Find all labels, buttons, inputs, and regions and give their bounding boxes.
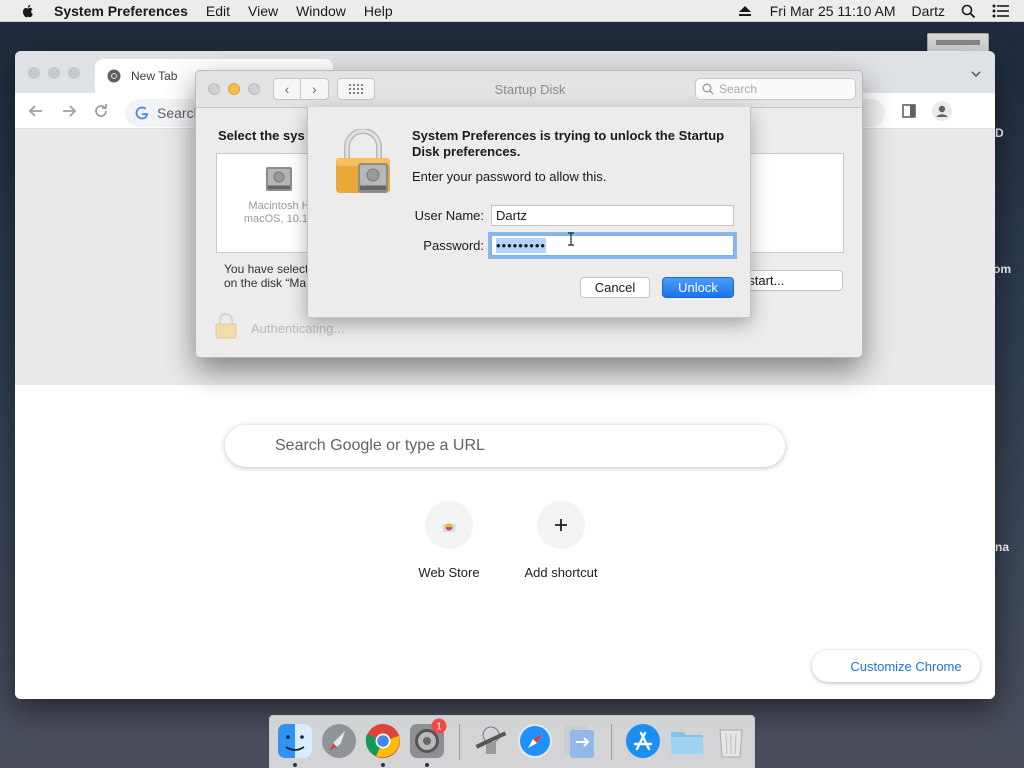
eject-icon[interactable] (738, 5, 752, 17)
menu-window[interactable]: Window (296, 3, 346, 19)
cancel-button[interactable]: Cancel (580, 277, 650, 298)
automator-icon[interactable] (472, 722, 510, 760)
customize-chrome-button[interactable]: Customize Chrome (812, 650, 980, 682)
customize-chrome-label: Customize Chrome (850, 658, 962, 674)
auth-message-subtitle: Enter your password to allow this. (412, 169, 607, 184)
shortcut-add[interactable]: Add shortcut (516, 501, 606, 580)
desktop-label-fragment: om (993, 262, 1011, 276)
shortcut-web-store[interactable]: Web Store (404, 501, 494, 580)
menu-edit[interactable]: Edit (206, 3, 230, 19)
menu-app-name[interactable]: System Preferences (54, 3, 188, 19)
migration-assistant-icon[interactable] (560, 722, 598, 760)
dock-separator (459, 724, 460, 760)
menu-help[interactable]: Help (364, 3, 393, 19)
description-line: on the disk “Ma (224, 276, 307, 290)
password-field[interactable]: ••••••••• (491, 235, 734, 256)
authenticating-status: Authenticating... (251, 321, 345, 336)
selected-disk-description: You have selecte on the disk “Ma (224, 262, 314, 290)
chrome-app-icon[interactable] (364, 722, 402, 760)
shortcut-label: Add shortcut (524, 565, 598, 580)
folder-icon[interactable] (668, 722, 706, 760)
unlock-button[interactable]: Unlock (662, 277, 734, 298)
notification-badge: 1 (431, 718, 447, 734)
apple-menu-icon[interactable] (20, 3, 36, 19)
desktop-label-fragment: D (995, 126, 1004, 140)
padlock-icon (336, 129, 390, 193)
tab-title: New Tab (131, 69, 178, 83)
hard-drive-icon (266, 167, 292, 191)
profile-avatar-icon[interactable] (932, 101, 952, 121)
select-disk-label: Select the sys (218, 128, 305, 143)
menu-user[interactable]: Dartz (912, 3, 945, 19)
search-field[interactable]: Search (695, 78, 856, 100)
shortcut-icon-circle (537, 501, 585, 549)
window-titlebar: ‹ › Startup Disk Search (196, 71, 862, 108)
chrome-web-store-icon (442, 523, 456, 532)
spotlight-search-icon[interactable] (961, 4, 976, 19)
auth-message-title: System Preferences is trying to unlock t… (412, 128, 725, 159)
desktop-label-fragment: na (995, 540, 1010, 554)
search-placeholder: Search (719, 82, 758, 96)
running-indicator (381, 763, 385, 767)
username-label: User Name: (414, 208, 484, 223)
search-box-placeholder: Search Google or type a URL (275, 437, 485, 454)
cancel-button-label: Cancel (594, 280, 636, 295)
menu-view[interactable]: View (248, 3, 278, 19)
description-line: You have selecte (224, 262, 314, 276)
reload-icon[interactable] (92, 102, 110, 120)
launchpad-icon[interactable] (320, 722, 358, 760)
close-button[interactable] (28, 67, 40, 79)
minimize-button[interactable] (48, 67, 60, 79)
username-field[interactable]: Dartz (491, 205, 734, 226)
badge-count: 1 (436, 722, 442, 733)
search-icon (702, 83, 714, 95)
unlock-auth-sheet: System Preferences is trying to unlock t… (307, 107, 751, 318)
shortcut-label: Web Store (418, 565, 480, 580)
username-value: Dartz (496, 208, 528, 223)
safari-icon[interactable] (516, 722, 554, 760)
desktop-drive-icon[interactable] (927, 33, 989, 53)
menu-clock[interactable]: Fri Mar 25 11:10 AM (770, 3, 896, 19)
running-indicator (425, 763, 429, 767)
forward-arrow-icon[interactable] (60, 102, 78, 120)
dock (269, 715, 755, 768)
lock-icon[interactable] (214, 312, 238, 340)
side-panel-icon[interactable] (901, 103, 917, 119)
shortcut-icon-circle (425, 501, 473, 549)
finder-icon[interactable] (276, 722, 314, 760)
unlock-button-label: Unlock (678, 280, 718, 295)
restart-button[interactable]: estart... (736, 270, 843, 291)
chevron-down-icon[interactable] (971, 69, 981, 79)
back-arrow-icon[interactable] (27, 102, 45, 120)
running-indicator (293, 763, 297, 767)
chrome-icon (107, 69, 121, 83)
notification-center-icon[interactable] (992, 4, 1010, 18)
password-label: Password: (423, 238, 484, 253)
app-store-icon[interactable] (624, 722, 662, 760)
password-value: ••••••••• (496, 238, 546, 253)
text-cursor-icon (568, 232, 574, 246)
trash-icon[interactable] (712, 722, 750, 760)
menu-bar: System Preferences Edit View Window Help… (0, 0, 1024, 22)
google-search-box[interactable]: Search Google or type a URL (225, 425, 785, 467)
dock-separator (611, 724, 612, 760)
google-g-icon (135, 106, 149, 120)
plus-icon (555, 519, 567, 531)
zoom-button[interactable] (68, 67, 80, 79)
